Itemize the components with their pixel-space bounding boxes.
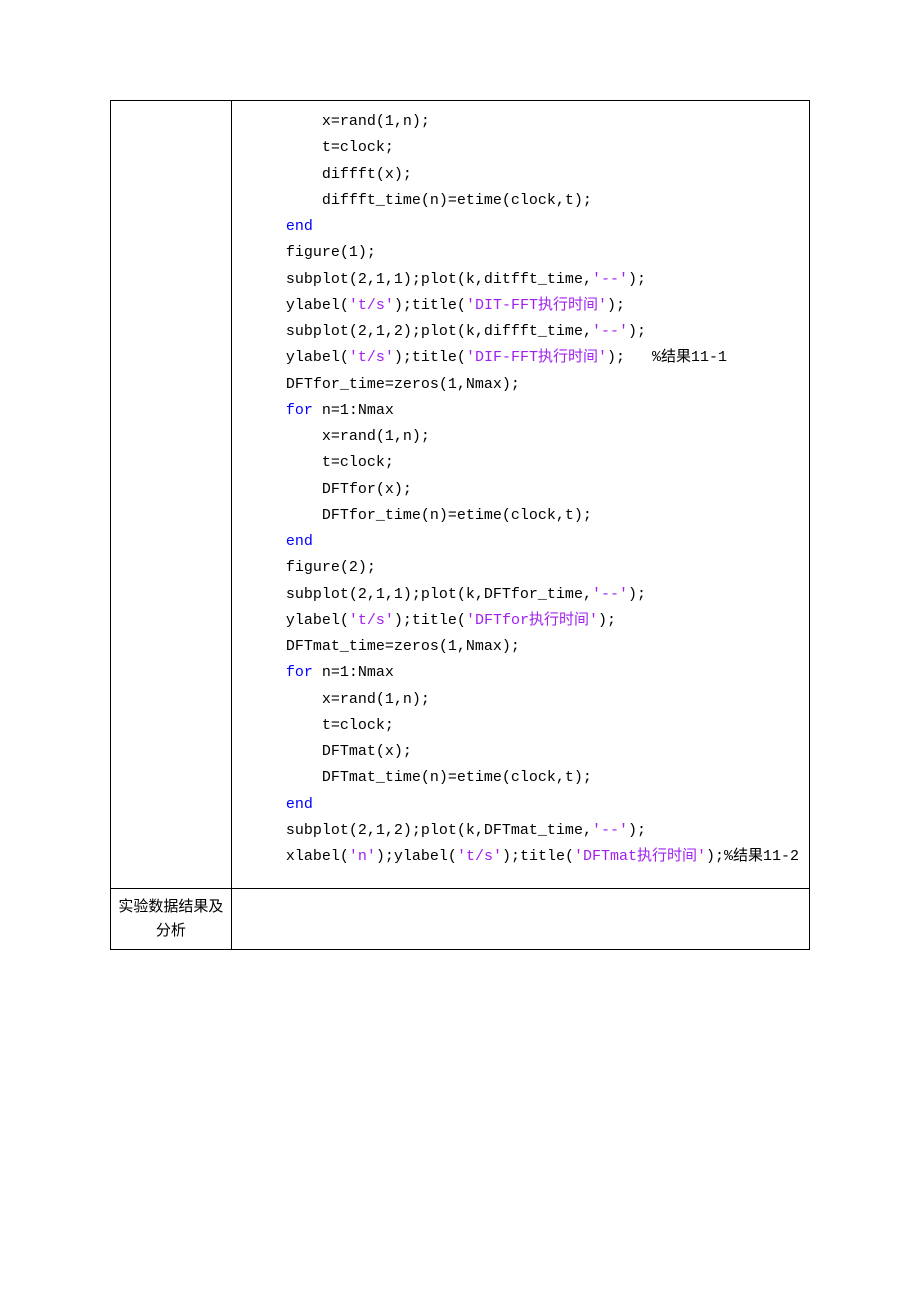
table-row: 实验数据结果及分析 (111, 889, 810, 950)
document-page: x=rand(1,n); t=clock; diffft(x); diffft_… (0, 0, 920, 950)
layout-table: x=rand(1,n); t=clock; diffft(x); diffft_… (110, 100, 810, 950)
code-block: x=rand(1,n); t=clock; diffft(x); diffft_… (250, 109, 799, 870)
row2-label-cell: 实验数据结果及分析 (111, 889, 232, 950)
table-row: x=rand(1,n); t=clock; diffft(x); diffft_… (111, 101, 810, 889)
row2-label: 实验数据结果及分析 (118, 899, 223, 939)
code-cell: x=rand(1,n); t=clock; diffft(x); diffft_… (231, 101, 809, 889)
row2-content-cell (231, 889, 809, 950)
row1-label-cell (111, 101, 232, 889)
